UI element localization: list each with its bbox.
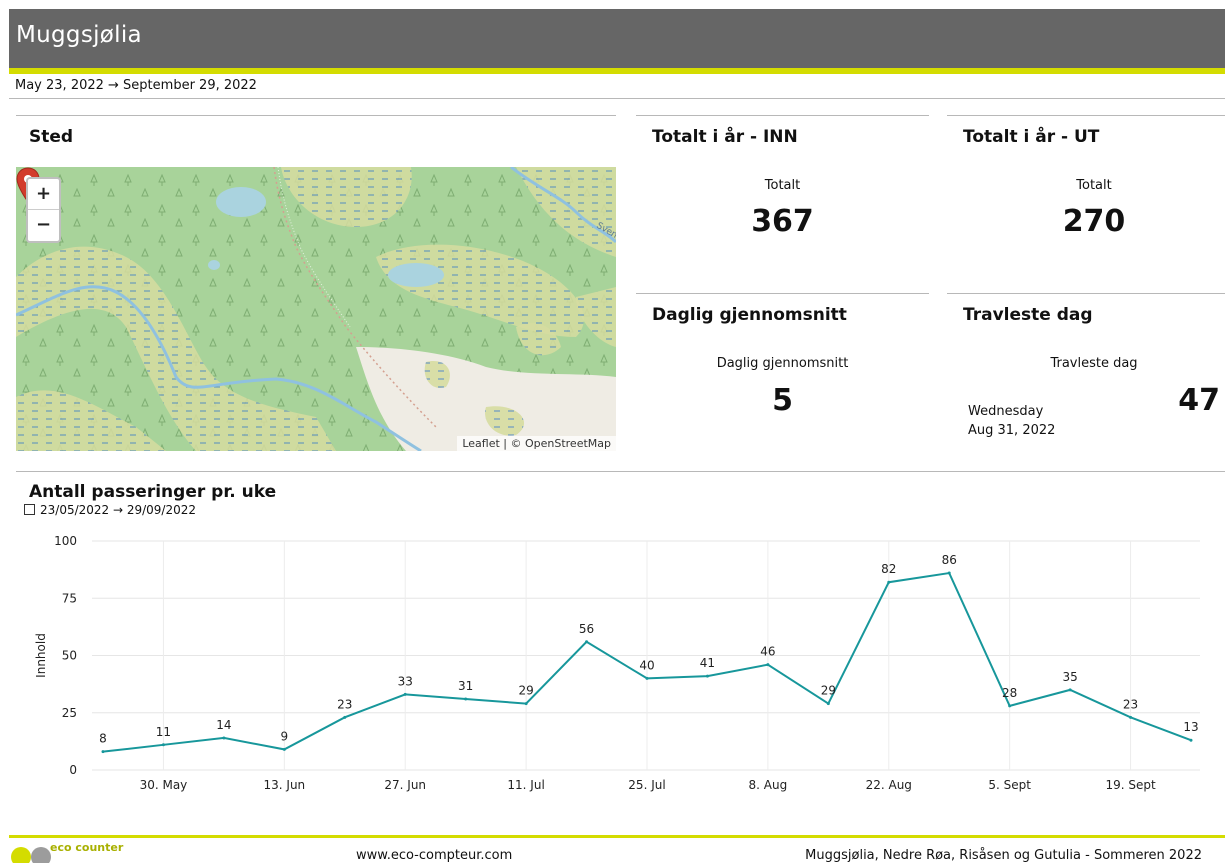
y-tick-label: 25 bbox=[62, 706, 77, 720]
divider bbox=[9, 98, 1225, 99]
total-in-title: Totalt i år - INN bbox=[652, 127, 798, 147]
data-point bbox=[464, 697, 468, 701]
data-label: 86 bbox=[942, 553, 957, 567]
x-tick-label: 25. Jul bbox=[628, 778, 665, 792]
divider bbox=[16, 115, 616, 116]
x-tick-label: 30. May bbox=[140, 778, 188, 792]
total-in-value: 367 bbox=[751, 204, 814, 239]
data-point bbox=[766, 663, 770, 667]
x-tick-label: 13. Jun bbox=[264, 778, 306, 792]
total-in-label: Totalt bbox=[764, 178, 801, 193]
data-label: 23 bbox=[337, 697, 352, 711]
footer-divider bbox=[9, 835, 1225, 838]
data-point bbox=[101, 750, 105, 754]
daily-average-label: Daglig gjennomsnitt bbox=[716, 356, 849, 371]
total-out-label: Totalt bbox=[1076, 178, 1112, 193]
weekly-passings-chart: 0 25 50 75 100 30. May 13. Jun 27. Jun 11. Jul 25… bbox=[34, 534, 1200, 792]
data-point bbox=[1189, 738, 1193, 742]
y-tick-label: 0 bbox=[69, 763, 77, 777]
data-point bbox=[403, 692, 407, 696]
data-label: 46 bbox=[760, 645, 775, 659]
busiest-day-title: Travleste dag bbox=[963, 305, 1093, 325]
zoom-control: + − bbox=[26, 177, 61, 243]
data-label: 33 bbox=[398, 674, 413, 688]
footer-report-title: Muggsjølia, Nedre Røa, Risåsen og Gutuli… bbox=[805, 848, 1202, 863]
divider bbox=[16, 471, 1225, 472]
data-label: 23 bbox=[1123, 697, 1138, 711]
total-out-value: 270 bbox=[1062, 204, 1126, 239]
map-tiles: Sven bbox=[16, 167, 616, 451]
date-range: May 23, 2022 → September 29, 2022 bbox=[15, 78, 257, 93]
data-point bbox=[1008, 704, 1012, 708]
x-tick-label: 8. Aug bbox=[749, 778, 788, 792]
calendar-icon bbox=[24, 504, 35, 515]
zoom-in-button[interactable]: + bbox=[28, 179, 59, 210]
data-label: 14 bbox=[216, 718, 231, 732]
data-label: 28 bbox=[1002, 686, 1017, 700]
page-header: Muggsjølia bbox=[9, 9, 1225, 74]
x-tick-label: 11. Jul bbox=[507, 778, 544, 792]
footer-url[interactable]: www.eco-compteur.com bbox=[356, 848, 512, 863]
divider bbox=[947, 293, 1225, 294]
page-title: Muggsjølia bbox=[16, 22, 142, 48]
data-label: 56 bbox=[579, 622, 594, 636]
chart-title: Antall passeringer pr. uke bbox=[29, 482, 277, 502]
daily-average-value: 5 bbox=[772, 383, 793, 418]
data-point bbox=[585, 640, 589, 644]
data-label: 9 bbox=[281, 729, 289, 743]
data-point bbox=[343, 715, 347, 719]
data-point bbox=[947, 571, 951, 575]
x-tick-label: 5. Sept bbox=[988, 778, 1031, 792]
x-tick-label: 27. Jun bbox=[384, 778, 426, 792]
map-attribution[interactable]: Leaflet | © OpenStreetMap bbox=[457, 436, 616, 451]
x-tick-label: 19. Sept bbox=[1105, 778, 1156, 792]
data-point bbox=[282, 747, 286, 751]
zoom-out-button[interactable]: − bbox=[28, 210, 59, 240]
y-tick-label: 100 bbox=[54, 534, 77, 548]
data-label: 29 bbox=[518, 684, 533, 698]
data-label: 82 bbox=[881, 562, 896, 576]
data-point bbox=[1129, 715, 1133, 719]
daily-average-title: Daglig gjennomsnitt bbox=[652, 305, 847, 325]
data-point bbox=[826, 702, 830, 706]
data-point bbox=[1068, 688, 1072, 692]
chart-range-text: 23/05/2022 → 29/09/2022 bbox=[40, 503, 197, 517]
location-title: Sted bbox=[29, 127, 74, 147]
data-label: 41 bbox=[700, 656, 715, 670]
data-label: 40 bbox=[639, 658, 654, 672]
logo-text: eco counter bbox=[50, 841, 124, 854]
data-label: 29 bbox=[821, 684, 836, 698]
divider bbox=[636, 115, 929, 116]
busiest-day-date: Aug 31, 2022 bbox=[968, 423, 1056, 438]
divider bbox=[947, 115, 1225, 116]
data-label: 31 bbox=[458, 679, 473, 693]
location-map[interactable]: Sven + − Leaflet | © OpenStreetMap bbox=[16, 167, 616, 451]
divider bbox=[636, 293, 929, 294]
x-tick-label: 22. Aug bbox=[866, 778, 912, 792]
data-label: 35 bbox=[1062, 670, 1077, 684]
y-tick-label: 50 bbox=[62, 649, 77, 663]
data-point bbox=[705, 674, 709, 678]
y-tick-label: 75 bbox=[62, 591, 77, 605]
data-point bbox=[887, 580, 891, 584]
busiest-day-weekday: Wednesday bbox=[968, 404, 1044, 419]
y-axis-label: Innhold bbox=[34, 633, 48, 678]
data-label: 13 bbox=[1183, 720, 1198, 734]
data-point bbox=[524, 702, 528, 706]
data-label: 8 bbox=[99, 732, 107, 746]
data-point bbox=[161, 743, 165, 747]
data-point bbox=[645, 676, 649, 680]
chart-date-range: 23/05/2022 → 29/09/2022 bbox=[24, 503, 196, 517]
busiest-day-label: Travleste dag bbox=[1050, 356, 1138, 371]
total-out-title: Totalt i år - UT bbox=[963, 127, 1100, 147]
data-point bbox=[222, 736, 226, 740]
busiest-day-value: 47 bbox=[1178, 383, 1220, 418]
data-label: 11 bbox=[156, 725, 171, 739]
